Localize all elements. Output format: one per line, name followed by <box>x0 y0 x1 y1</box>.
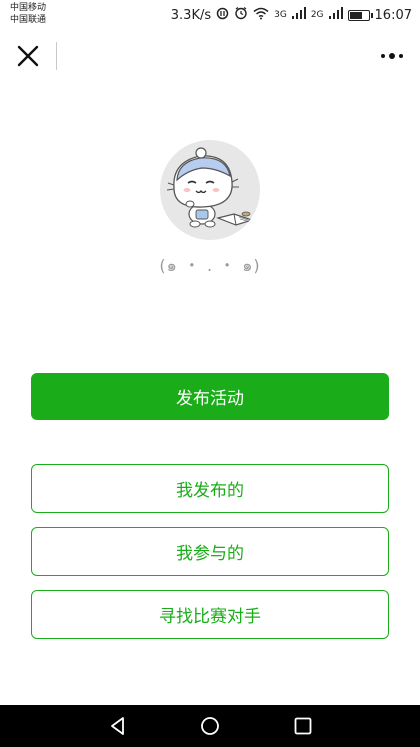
nickname-kaomoji: (๑ ・ . ・ ๑) <box>159 256 261 275</box>
status-bar: 中国移动 中国联通 3.3K/s 3G 2G 16:07 <box>0 0 420 30</box>
signal-2-label: 2G <box>310 10 324 20</box>
nav-divider <box>56 42 57 70</box>
more-button[interactable] <box>378 44 406 68</box>
wifi-icon <box>253 7 269 24</box>
carrier-labels: 中国移动 中国联通 <box>10 2 46 26</box>
recents-square-icon[interactable] <box>293 716 313 736</box>
avatar <box>160 140 260 240</box>
cartoon-cat-avatar-icon <box>166 147 254 228</box>
battery-icon <box>347 9 373 21</box>
clock-time: 16:07 <box>374 7 412 23</box>
carrier-2: 中国联通 <box>10 15 47 25</box>
data-saver-icon <box>216 7 229 24</box>
status-indicators: 3.3K/s 3G 2G 16:07 <box>171 6 412 24</box>
screen: 中国移动 中国联通 3.3K/s 3G 2G 16:07 (๑ ・ . ・ ๑)… <box>0 0 420 747</box>
more-dot-right <box>399 54 403 58</box>
more-dots-icon <box>381 54 385 58</box>
my-joined-button[interactable]: 我参与的 <box>31 527 389 576</box>
mini-program-nav-bar <box>0 30 420 84</box>
carrier-1: 中国移动 <box>10 3 47 13</box>
my-published-button[interactable]: 我发布的 <box>31 464 389 513</box>
network-speed: 3.3K/s <box>170 7 212 23</box>
find-match-opponent-button[interactable]: 寻找比赛对手 <box>31 590 389 639</box>
alarm-icon <box>234 6 248 24</box>
battery-level <box>349 11 362 19</box>
more-dot-center <box>389 53 395 59</box>
signal-1-label: 3G <box>274 10 287 20</box>
signal-2-icon <box>328 7 343 23</box>
close-button[interactable] <box>14 42 42 70</box>
publish-activity-button[interactable]: 发布活动 <box>31 373 389 420</box>
home-circle-icon[interactable] <box>200 716 220 736</box>
system-navigation-bar <box>0 705 420 747</box>
signal-1-icon <box>291 7 306 23</box>
close-icon <box>17 45 39 67</box>
back-triangle-icon[interactable] <box>108 716 128 736</box>
